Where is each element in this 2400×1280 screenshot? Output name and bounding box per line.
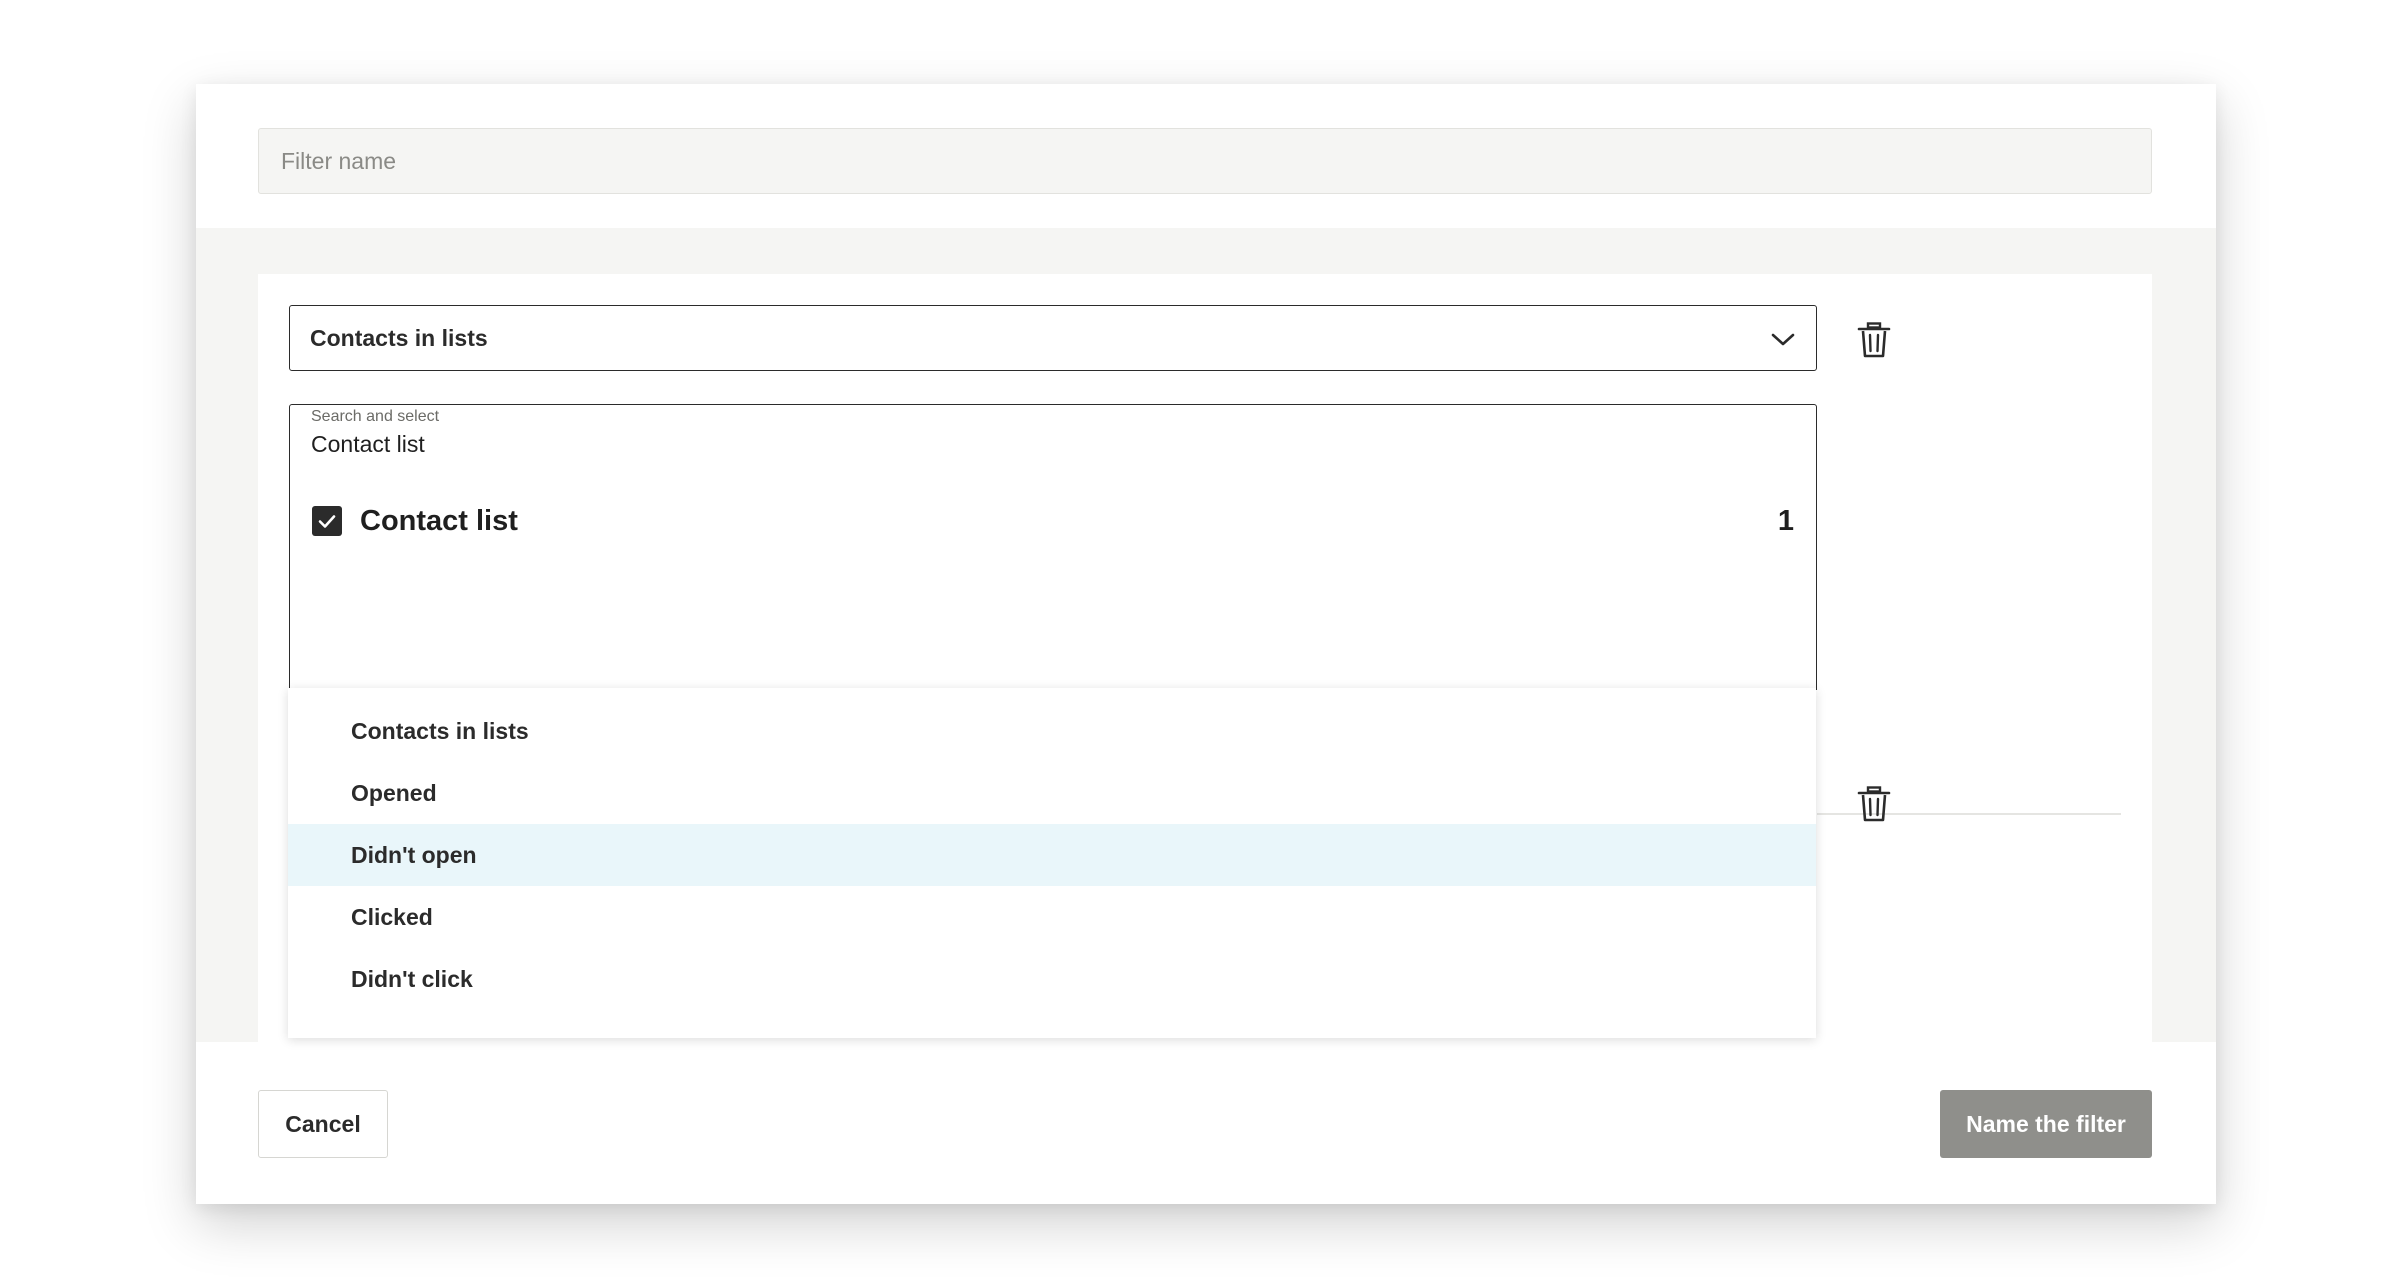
search-field-label: Search and select: [311, 408, 440, 425]
list-results: Contact list 1: [289, 470, 1817, 690]
modal-footer: Cancel Name the filter: [196, 1042, 2216, 1204]
filter-name-input[interactable]: [258, 128, 2152, 194]
list-item-checkbox[interactable]: [312, 506, 342, 536]
condition-type-label: Contacts in lists: [310, 324, 488, 351]
checkmark-icon: [318, 515, 336, 528]
cancel-button[interactable]: Cancel: [258, 1090, 388, 1158]
list-search-field[interactable]: Search and select: [289, 404, 1817, 471]
name-filter-button[interactable]: Name the filter: [1940, 1090, 2152, 1158]
trash-icon[interactable]: [1857, 322, 1891, 358]
trash-icon[interactable]: [1857, 786, 1891, 822]
list-item[interactable]: Contact list 1: [290, 500, 1816, 544]
chevron-down-icon: [1771, 333, 1795, 346]
condition-type-select[interactable]: Contacts in lists: [289, 305, 1817, 371]
dropdown-option-opened[interactable]: Opened: [288, 762, 1816, 824]
dropdown-option-didnt-open[interactable]: Didn't open: [288, 824, 1816, 886]
modal-header: [196, 84, 2216, 228]
condition-type-dropdown: Contacts in lists Opened Didn't open Cli…: [288, 688, 1816, 1038]
dropdown-option-clicked[interactable]: Clicked: [288, 886, 1816, 948]
list-search-input[interactable]: [311, 431, 1791, 458]
list-item-count: 1: [1777, 505, 1794, 537]
dropdown-option-contacts-in-lists[interactable]: Contacts in lists: [288, 700, 1816, 762]
list-item-name: Contact list: [360, 505, 518, 537]
dropdown-option-didnt-click[interactable]: Didn't click: [288, 948, 1816, 1010]
